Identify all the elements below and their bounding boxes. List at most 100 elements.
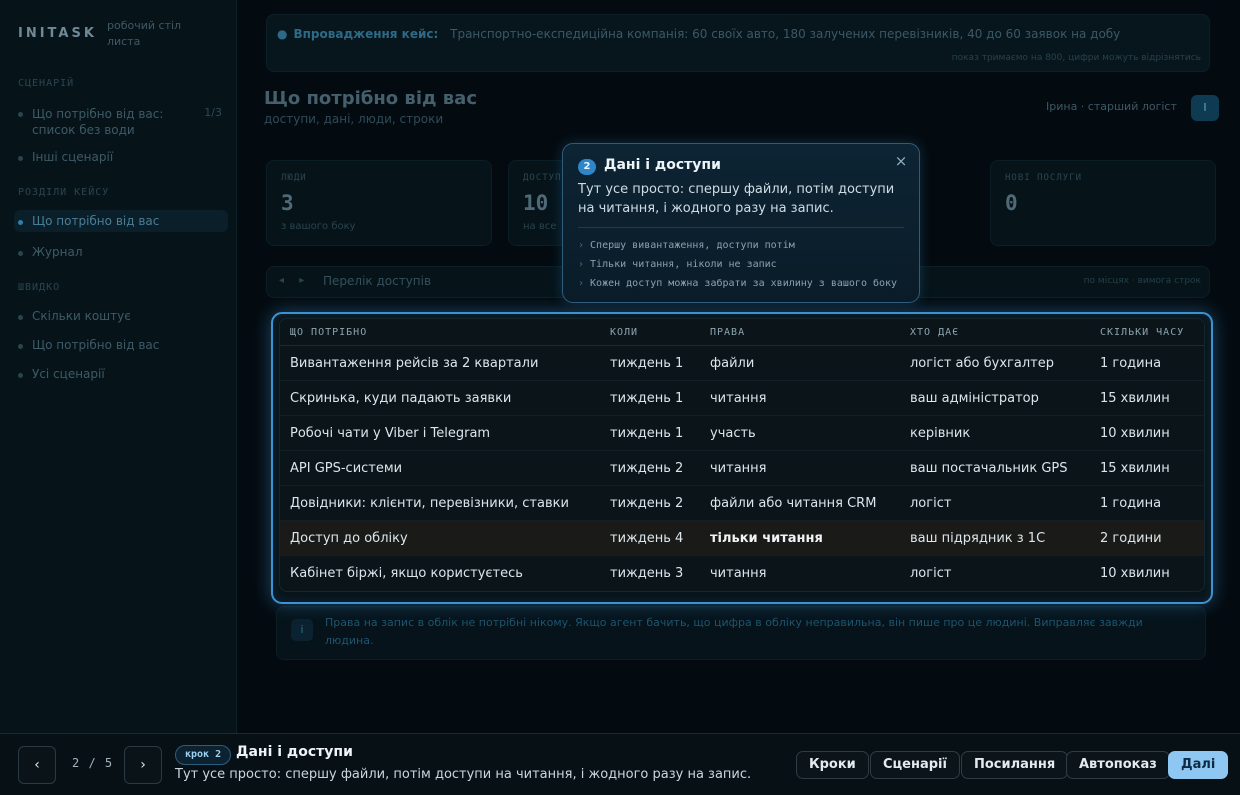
prev-step-button[interactable]: ‹ (18, 746, 56, 784)
banner-text-row: ● Впровадження кейс: Транспортно-експедиц… (277, 27, 1120, 41)
sidebar-item-journal[interactable]: Журнал (14, 245, 228, 259)
table-row-highlighted: Доступ до обліку тиждень 4 тільки читанн… (280, 520, 1204, 556)
next-step-arrow-button[interactable]: › (124, 746, 162, 784)
cell-when: тиждень 1 (600, 415, 700, 451)
stat-sub: з вашого боку (281, 221, 356, 232)
cell-time: 15 хвилин (1090, 380, 1204, 416)
banner-dot-icon: ● (277, 27, 288, 41)
sidebar-section-quick: ШВИДКО (18, 282, 61, 293)
sidebar-item-other-scenarios[interactable]: Інші сценарії (14, 150, 228, 164)
cell-rights: читання (700, 450, 900, 486)
bullet-icon (18, 156, 23, 161)
step-counter: 2 / 5 (72, 756, 114, 770)
stat-card-people: ЛЮДИ 3 з вашого боку (266, 160, 492, 246)
sidebar-section-scenario: СЦЕНАРІЙ (18, 78, 75, 89)
cell-rights: файли або читання CRM (700, 485, 900, 521)
sidebar: INITASK робочий стіл листа СЦЕНАРІЙ Що п… (0, 0, 237, 734)
sidebar-item-label: Що потрібно від вас (32, 338, 160, 352)
steps-button[interactable]: Кроки (796, 751, 869, 779)
page-subtitle: доступи, дані, люди, строки (264, 112, 444, 126)
cell-time: 2 години (1090, 520, 1204, 556)
chevron-right-icon: › (578, 278, 585, 289)
col-rights: ПРАВА (700, 319, 900, 346)
stat-value: 3 (281, 191, 294, 215)
tooltip-bullet: › Кожен доступ можна забрати за хвилину з… (578, 274, 897, 293)
sidebar-section-case: РОЗДІЛИ КЕЙСУ (18, 187, 110, 198)
cell-time: 10 хвилин (1090, 415, 1204, 451)
table-row: API GPS-системи тиждень 2 читання ваш по… (280, 450, 1204, 486)
col-when: КОЛИ (600, 319, 700, 346)
sidebar-item-all-scenarios[interactable]: Усі сценарії (14, 367, 228, 381)
table-row: Скринька, куди падають заявки тиждень 1 … (280, 380, 1204, 416)
cell-time: 1 година (1090, 485, 1204, 521)
access-table: ЩО ПОТРІБНО КОЛИ ПРАВА ХТО ДАЄ СКІЛЬКИ Ч… (280, 319, 1204, 590)
access-table-container: ЩО ПОТРІБНО КОЛИ ПРАВА ХТО ДАЄ СКІЛЬКИ Ч… (279, 318, 1205, 592)
cell-what: Кабінет біржі, якщо користуєтесь (290, 565, 523, 581)
page-title: Що потрібно від вас (264, 88, 477, 109)
cell-rights: читання (700, 380, 900, 416)
col-what: ЩО ПОТРІБНО (280, 319, 600, 346)
tooltip-bullet-text: Спершу вивантаження, доступи потім (590, 240, 795, 251)
cell-time: 15 хвилин (1090, 450, 1204, 486)
role-label: Ірина · старший логіст (1046, 100, 1177, 113)
scenarios-button[interactable]: Сценарії (870, 751, 960, 779)
tooltip-bullets: › Спершу вивантаження, доступи потім › Тіл… (578, 236, 897, 293)
tour-tooltip: 2 Дані і доступи × Тут усе просто: сперш… (562, 143, 920, 303)
sidebar-item-label: Інші сценарії (32, 150, 114, 164)
sidebar-item-label: Журнал (32, 245, 83, 259)
cell-when: тиждень 4 (600, 520, 700, 556)
close-icon[interactable]: × (892, 152, 910, 170)
cell-who: логіст або бухгалтер (900, 345, 1090, 381)
table-row: Довідники: клієнти, перевізники, ставки … (280, 485, 1204, 521)
tooltip-step-badge: 2 (578, 159, 596, 175)
bullet-icon (18, 344, 23, 349)
stat-label: НОВІ ПОСЛУГИ (1005, 173, 1083, 183)
cell-what: Скринька, куди падають заявки (280, 380, 600, 416)
cell-time: 1 година (1090, 345, 1204, 381)
cell-rights: читання (710, 565, 767, 581)
tooltip-bullet: › Тільки читання, ніколи не запис (578, 255, 897, 274)
chevron-right-icon: › (578, 259, 585, 270)
links-button[interactable]: Посилання (961, 751, 1069, 779)
section-meta: по місцях · вимога строк (1083, 276, 1201, 286)
banner-meta: показ тримаємо на 800, цифри можуть відр… (951, 53, 1201, 63)
sidebar-item-needs-active[interactable]: Що потрібно від вас (14, 210, 228, 232)
tooltip-bullet-text: Кожен доступ можна забрати за хвилину з … (590, 278, 898, 289)
sidebar-item-cost[interactable]: Скільки коштує (14, 309, 228, 323)
step-title: Дані і доступи (236, 744, 353, 760)
collapse-arrows-icon[interactable]: ◂ ▸ (279, 275, 310, 286)
col-time: СКІЛЬКИ ЧАСУ (1090, 319, 1204, 346)
info-icon: i (291, 619, 313, 641)
tooltip-bullet: › Спершу вивантаження, доступи потім (578, 236, 897, 255)
step-pill: крок 2 (175, 745, 232, 765)
bullet-icon (18, 373, 23, 378)
sidebar-item-needs-quick[interactable]: Що потрібно від вас (14, 338, 228, 352)
cell-rights: файли (700, 345, 900, 381)
cell-who: логіст (910, 565, 952, 581)
cell-when: тиждень 3 (610, 565, 684, 581)
cell-who: ваш адміністратор (900, 380, 1090, 416)
note-text: Права на запис в облік не потрібні ніком… (325, 616, 1143, 647)
sidebar-item-needs-list[interactable]: Що потрібно від вас: список без води 1/3 (14, 106, 228, 138)
cell-when: тиждень 2 (600, 450, 700, 486)
sidebar-item-label: Усі сценарії (32, 367, 105, 381)
stat-card-new: НОВІ ПОСЛУГИ 0 (990, 160, 1216, 246)
cell-time: 10 хвилин (1100, 565, 1170, 581)
next-button[interactable]: Далі (1168, 751, 1229, 779)
table-header-row: ЩО ПОТРІБНО КОЛИ ПРАВА ХТО ДАЄ СКІЛЬКИ Ч… (280, 319, 1204, 346)
tour-bottom-bar: ‹ 2 / 5 › крок 2 Дані і доступи Тут усе … (0, 733, 1240, 795)
cell-what: API GPS-системи (280, 450, 600, 486)
cell-when: тиждень 2 (600, 485, 700, 521)
tooltip-title: Дані і доступи (604, 157, 721, 173)
autoplay-button[interactable]: Автопоказ (1066, 751, 1170, 779)
bullet-icon (18, 251, 23, 256)
cell-when: тиждень 1 (600, 345, 700, 381)
avatar[interactable]: І (1191, 95, 1219, 121)
tooltip-bullet-text: Тільки читання, ніколи не запис (590, 259, 777, 270)
brand-subtitle: робочий стіл листа (107, 19, 182, 48)
tooltip-divider (578, 227, 904, 228)
bullet-icon (18, 220, 23, 225)
cell-rights: участь (700, 415, 900, 451)
cell-what: Робочі чати у Viber і Telegram (280, 415, 600, 451)
stat-value: 10 (523, 191, 549, 215)
